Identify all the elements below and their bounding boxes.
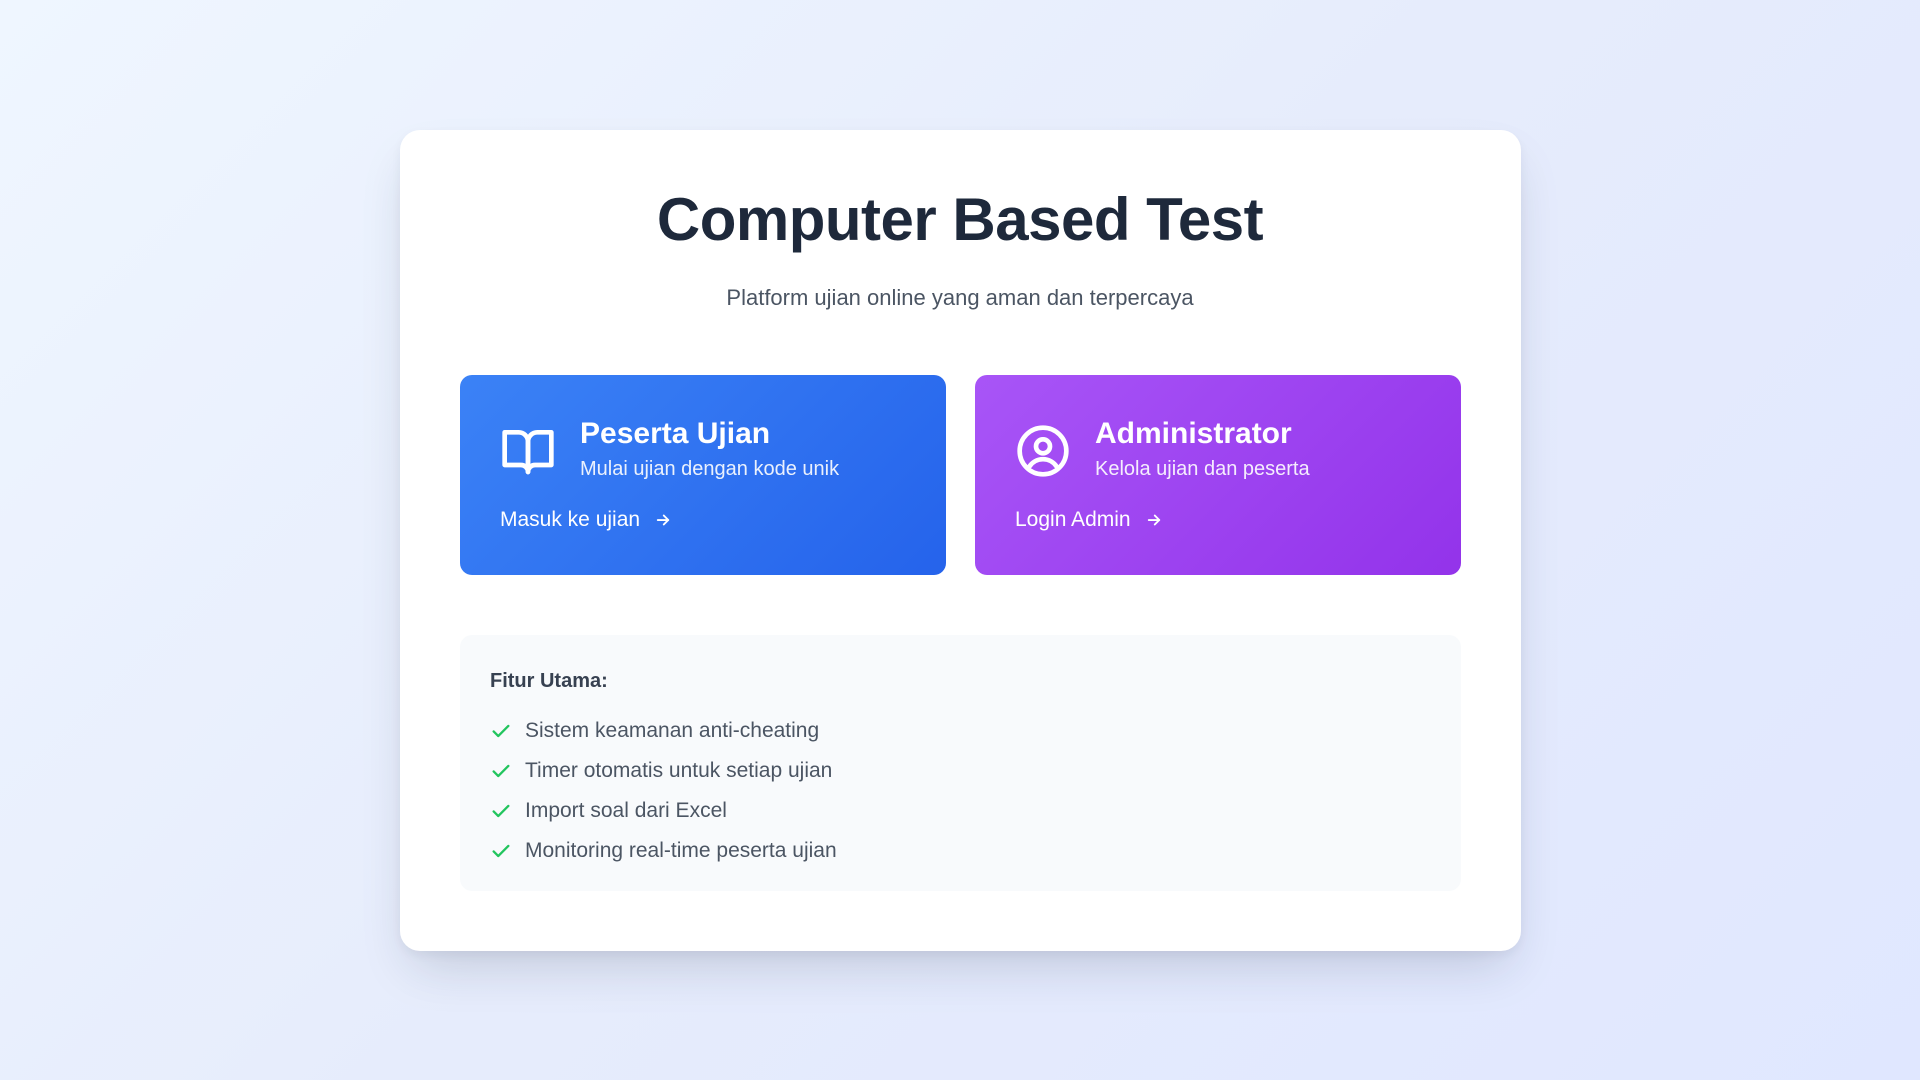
features-title: Fitur Utama:	[490, 670, 608, 692]
check-icon	[492, 764, 510, 778]
enter-exam-label: Masuk ke ujian	[500, 508, 641, 531]
feature-text: Monitoring real-time peserta ujian	[525, 839, 837, 862]
student-role-title: Peserta Ujian	[580, 417, 771, 450]
arrow-right-icon	[1145, 511, 1163, 529]
feature-text: Import soal dari Excel	[525, 799, 727, 822]
admin-role-card[interactable]: Administrator Kelola ujian dan peserta L…	[975, 375, 1461, 575]
list-item: Import soal dari Excel	[490, 791, 837, 831]
list-item: Monitoring real-time peserta ujian	[490, 831, 837, 871]
user-circle-icon	[1015, 423, 1071, 479]
feature-list: Sistem keamanan anti-cheating Timer otom…	[490, 711, 837, 871]
check-icon	[492, 844, 510, 858]
student-role-description: Mulai ujian dengan kode unik	[580, 458, 840, 480]
feature-text: Sistem keamanan anti-cheating	[525, 719, 820, 742]
check-icon	[492, 724, 510, 738]
admin-role-title: Administrator	[1095, 417, 1292, 450]
check-icon	[492, 804, 510, 818]
student-role-card[interactable]: Peserta Ujian Mulai ujian dengan kode un…	[460, 375, 946, 575]
page-title: Computer Based Test	[656, 186, 1264, 253]
enter-exam-link[interactable]: Masuk ke ujian	[500, 505, 672, 535]
features-panel: Fitur Utama: Sistem keamanan anti-cheati…	[460, 635, 1461, 891]
admin-role-description: Kelola ujian dan peserta	[1095, 458, 1310, 480]
list-item: Timer otomatis untuk setiap ujian	[490, 751, 837, 791]
page-subtitle: Platform ujian online yang aman dan terp…	[726, 285, 1194, 310]
feature-text: Timer otomatis untuk setiap ujian	[525, 759, 833, 782]
admin-login-link[interactable]: Login Admin	[1015, 505, 1163, 535]
admin-login-label: Login Admin	[1015, 508, 1131, 531]
book-open-icon	[500, 423, 556, 479]
list-item: Sistem keamanan anti-cheating	[490, 711, 837, 751]
arrow-right-icon	[654, 511, 672, 529]
